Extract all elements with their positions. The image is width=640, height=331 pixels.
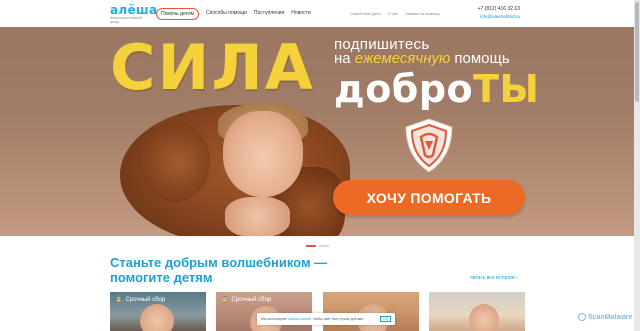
email-link[interactable]: info@aleshafond.ru xyxy=(478,14,520,19)
child-face-image xyxy=(223,111,303,197)
slider-dot-1[interactable] xyxy=(306,245,316,247)
hero-banner: СИЛА подпишитесь на ежемесячную помощь д… xyxy=(0,27,634,236)
hero-headline: СИЛА xyxy=(110,31,315,104)
subscribe-monthly: ежемесячную xyxy=(354,50,451,67)
nav-item-ways-to-help[interactable]: Способы помощи xyxy=(206,10,247,16)
watermark: ScanMalware xyxy=(578,313,632,321)
child-hands xyxy=(225,197,290,236)
scrollbar[interactable] xyxy=(634,0,640,331)
phone-number[interactable]: +7 (812) 416 32 63 xyxy=(478,6,520,12)
nav-item-receipts[interactable]: Поступления xyxy=(254,10,284,16)
subscribe-suffix: помощь xyxy=(450,50,510,67)
story-card-3[interactable] xyxy=(323,292,419,331)
card-tag-label: Срочный сбор xyxy=(231,296,272,303)
hourglass-icon: ⌛ xyxy=(115,297,123,303)
card-tag: ⌛ Срочный сбор xyxy=(115,296,166,304)
story-card-4[interactable] xyxy=(429,292,525,331)
slider-dot-2[interactable] xyxy=(319,245,329,247)
story-card-1[interactable]: ⌛ Срочный сбор xyxy=(110,292,206,331)
child-photo xyxy=(140,304,174,331)
logo-word: алёша xyxy=(110,3,158,17)
card-tag-label: Срочный сбор xyxy=(125,296,166,303)
subscribe-line2: на ежемесячную помощь xyxy=(334,50,510,67)
subnav-item-about[interactable]: О нас xyxy=(388,11,399,16)
cookie-text-prefix: Мы используем xyxy=(261,317,287,321)
site-header: алёша благотворительный фонд Помочь детя… xyxy=(0,0,634,27)
child-photo xyxy=(469,304,499,331)
logo[interactable]: алёша благотворительный фонд xyxy=(110,3,158,24)
slider-dots xyxy=(306,245,329,247)
help-children-button[interactable]: Помочь детям xyxy=(156,8,199,20)
dobro-white: добро xyxy=(334,67,474,111)
hourglass-icon: ⌛ xyxy=(221,297,229,303)
cookie-banner: Мы используем файлы cookie чтобы сайт бы… xyxy=(257,313,395,325)
section-title-line2: помогите детям xyxy=(110,270,213,285)
cookie-text-suffix: чтобы сайт был лучше для вас xyxy=(312,317,364,321)
want-to-help-button[interactable]: ХОЧУ ПОМОГАТЬ xyxy=(333,180,525,215)
section-title-line1: Станьте добрым волшебником — xyxy=(110,255,328,270)
shield-icon xyxy=(405,118,453,173)
cookie-link[interactable]: файлы cookie xyxy=(288,317,310,321)
subnav-item-apply[interactable]: Заявка на помощь xyxy=(405,11,439,16)
cookie-ok-button[interactable]: OK xyxy=(380,316,391,322)
nav-item-news[interactable]: Новости xyxy=(291,10,310,16)
read-all-stories-link[interactable]: читать все истории › xyxy=(470,275,518,281)
story-card-2[interactable]: ⌛ Срочный сбор xyxy=(216,292,312,331)
watermark-text: ScanMalware xyxy=(588,313,633,321)
contacts: +7 (812) 416 32 63 info@aleshafond.ru xyxy=(478,6,520,19)
teddy-bear-ear xyxy=(140,122,210,202)
section-title: Станьте добрым волшебником — помогите де… xyxy=(110,255,327,285)
main-nav: Способы помощи Поступления Новости xyxy=(206,10,311,16)
subscribe-prefix: на xyxy=(334,50,355,67)
scrollbar-thumb[interactable] xyxy=(635,2,639,102)
dobro-yellow: ТЫ xyxy=(473,67,540,111)
card-tag: ⌛ Срочный сбор xyxy=(221,296,272,304)
subnav-item-saved-children[interactable]: Спасённые дети xyxy=(350,11,381,16)
secondary-nav: Спасённые дети О нас Заявка на помощь xyxy=(350,11,440,16)
hero-subscribe-text: подпишитесь на ежемесячную помощь xyxy=(334,37,510,67)
logo-tagline: благотворительный фонд xyxy=(110,16,142,24)
hero-dobroty: доброТЫ xyxy=(334,69,539,109)
watermark-icon xyxy=(578,313,586,321)
